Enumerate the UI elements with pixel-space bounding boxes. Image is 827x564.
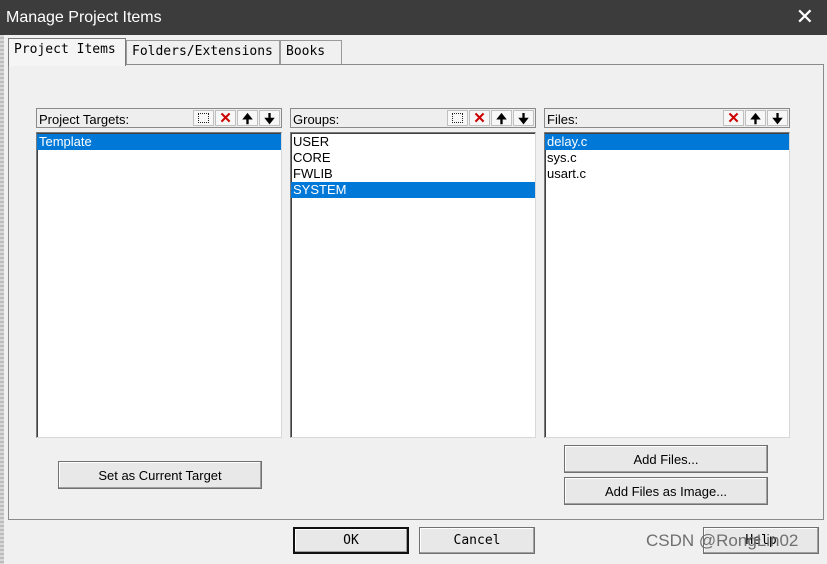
add-files-button[interactable]: Add Files... [564,445,768,473]
list-item[interactable]: SYSTEM [291,182,535,198]
groups-header: Groups: ✕ 🠉 🠋 [290,108,536,128]
tab-project-items[interactable]: Project Items [8,38,126,66]
window-title: Manage Project Items [6,9,162,26]
files-section: Files: ✕ 🠉 🠋 delay.c sys.c usart.c [544,108,790,438]
arrow-down-icon[interactable]: 🠋 [513,110,534,126]
list-item[interactable]: USER [291,134,535,150]
tab-books[interactable]: Books [280,40,342,64]
cancel-button[interactable]: Cancel [419,527,535,554]
files-list[interactable]: delay.c sys.c usart.c [544,132,790,438]
list-item[interactable]: Template [37,134,281,150]
files-label: Files: [547,112,579,127]
groups-label: Groups: [293,112,340,127]
list-item[interactable]: usart.c [545,166,789,182]
help-button[interactable]: Help [703,527,819,554]
files-toolbar: ✕ 🠉 🠋 [723,110,788,126]
arrow-down-icon[interactable]: 🠋 [767,110,788,126]
list-item[interactable]: sys.c [545,150,789,166]
project-targets-label: Project Targets: [39,112,130,127]
new-icon[interactable] [447,110,468,126]
arrow-up-icon[interactable]: 🠉 [237,110,258,126]
title-bar: Manage Project Items ✕ [0,0,827,35]
left-edge-strip [0,35,4,564]
files-header: Files: ✕ 🠉 🠋 [544,108,790,128]
arrow-up-icon[interactable]: 🠉 [745,110,766,126]
project-targets-list[interactable]: Template [36,132,282,438]
project-targets-header: Project Targets: ✕ 🠉 🠋 [36,108,282,128]
groups-toolbar: ✕ 🠉 🠋 [447,110,534,126]
close-icon[interactable]: ✕ [796,4,814,30]
tab-folders-extensions[interactable]: Folders/Extensions [126,40,280,64]
list-item[interactable]: delay.c [545,134,789,150]
arrow-up-icon[interactable]: 🠉 [491,110,512,126]
project-targets-section: Project Targets: ✕ 🠉 🠋 Template [36,108,282,438]
delete-icon[interactable]: ✕ [469,110,490,126]
groups-list[interactable]: USER CORE FWLIB SYSTEM [290,132,536,438]
list-item[interactable]: FWLIB [291,166,535,182]
groups-section: Groups: ✕ 🠉 🠋 USER CORE FWLIB SYSTEM [290,108,536,438]
list-item[interactable]: CORE [291,150,535,166]
add-files-as-image-button[interactable]: Add Files as Image... [564,477,768,505]
delete-icon[interactable]: ✕ [723,110,744,126]
new-icon[interactable] [193,110,214,126]
delete-icon[interactable]: ✕ [215,110,236,126]
arrow-down-icon[interactable]: 🠋 [259,110,280,126]
set-current-target-button[interactable]: Set as Current Target [58,461,262,489]
ok-button[interactable]: OK [293,527,409,554]
project-targets-toolbar: ✕ 🠉 🠋 [193,110,280,126]
